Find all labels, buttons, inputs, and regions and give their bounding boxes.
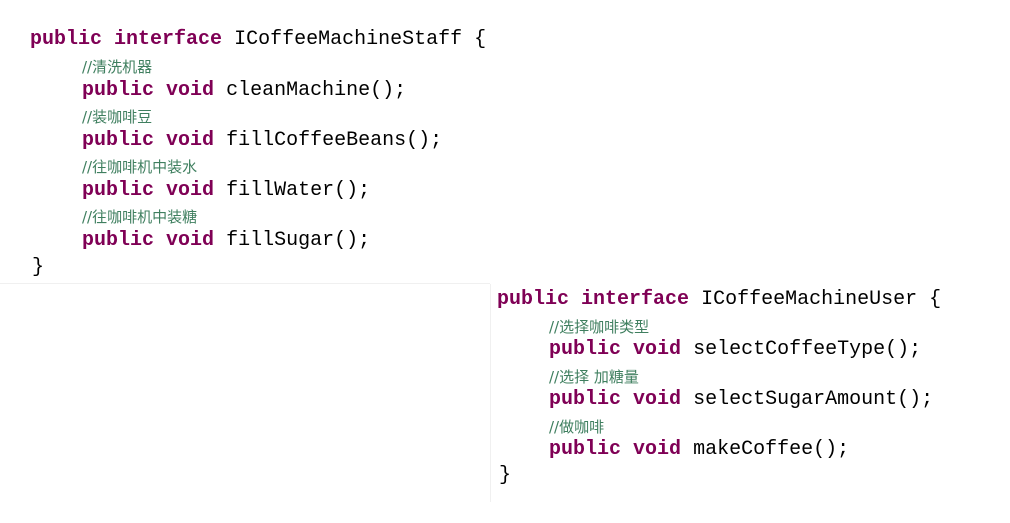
method-signature: selectSugarAmount(); xyxy=(693,388,934,411)
keyword-void: void xyxy=(166,179,215,202)
method-declaration: public void fillWater(); xyxy=(82,179,370,203)
close-brace: } xyxy=(499,464,512,487)
keyword-public: public xyxy=(30,28,103,51)
keyword-void: void xyxy=(166,79,215,102)
keyword-public: public xyxy=(82,79,155,102)
interface-name: ICoffeeMachineUser xyxy=(701,288,918,311)
user-interface-declaration: public interface ICoffeeMachineUser { xyxy=(497,288,941,312)
interface-name: ICoffeeMachineStaff xyxy=(234,28,463,51)
staff-interface-declaration: public interface ICoffeeMachineStaff { xyxy=(30,28,486,52)
method-signature: cleanMachine(); xyxy=(226,79,407,102)
keyword-public: public xyxy=(549,338,622,361)
code-comment: //装咖啡豆 xyxy=(82,108,153,126)
method-signature: fillCoffeeBeans(); xyxy=(226,129,443,152)
keyword-public: public xyxy=(82,129,155,152)
staff-interface-code-panel: public interface ICoffeeMachineStaff { /… xyxy=(0,22,490,284)
method-signature: makeCoffee(); xyxy=(693,438,850,461)
method-declaration: public void selectSugarAmount(); xyxy=(549,388,933,412)
method-signature: selectCoffeeType(); xyxy=(693,338,922,361)
code-comment: //清洗机器 xyxy=(82,58,153,76)
user-interface-code-panel: public interface ICoffeeMachineUser { //… xyxy=(490,284,1010,502)
method-declaration: public void makeCoffee(); xyxy=(549,438,849,462)
keyword-public: public xyxy=(549,438,622,461)
keyword-interface: interface xyxy=(114,28,223,51)
open-brace: { xyxy=(474,28,487,51)
keyword-public: public xyxy=(82,179,155,202)
code-comment: //做咖啡 xyxy=(549,418,605,436)
keyword-void: void xyxy=(166,129,215,152)
open-brace: { xyxy=(929,288,942,311)
close-brace: } xyxy=(32,256,45,279)
method-signature: fillSugar(); xyxy=(226,229,371,252)
keyword-void: void xyxy=(633,338,682,361)
method-declaration: public void fillSugar(); xyxy=(82,229,370,253)
keyword-void: void xyxy=(633,388,682,411)
keyword-public: public xyxy=(82,229,155,252)
code-comment: //往咖啡机中装水 xyxy=(82,158,198,176)
keyword-public: public xyxy=(497,288,570,311)
code-comment: //选择咖啡类型 xyxy=(549,318,650,336)
keyword-interface: interface xyxy=(581,288,690,311)
method-declaration: public void selectCoffeeType(); xyxy=(549,338,921,362)
keyword-public: public xyxy=(549,388,622,411)
method-declaration: public void cleanMachine(); xyxy=(82,79,406,103)
code-comment: //选择 加糖量 xyxy=(549,368,639,386)
method-declaration: public void fillCoffeeBeans(); xyxy=(82,129,442,153)
keyword-void: void xyxy=(166,229,215,252)
method-signature: fillWater(); xyxy=(226,179,371,202)
keyword-void: void xyxy=(633,438,682,461)
code-comment: //往咖啡机中装糖 xyxy=(82,208,198,226)
